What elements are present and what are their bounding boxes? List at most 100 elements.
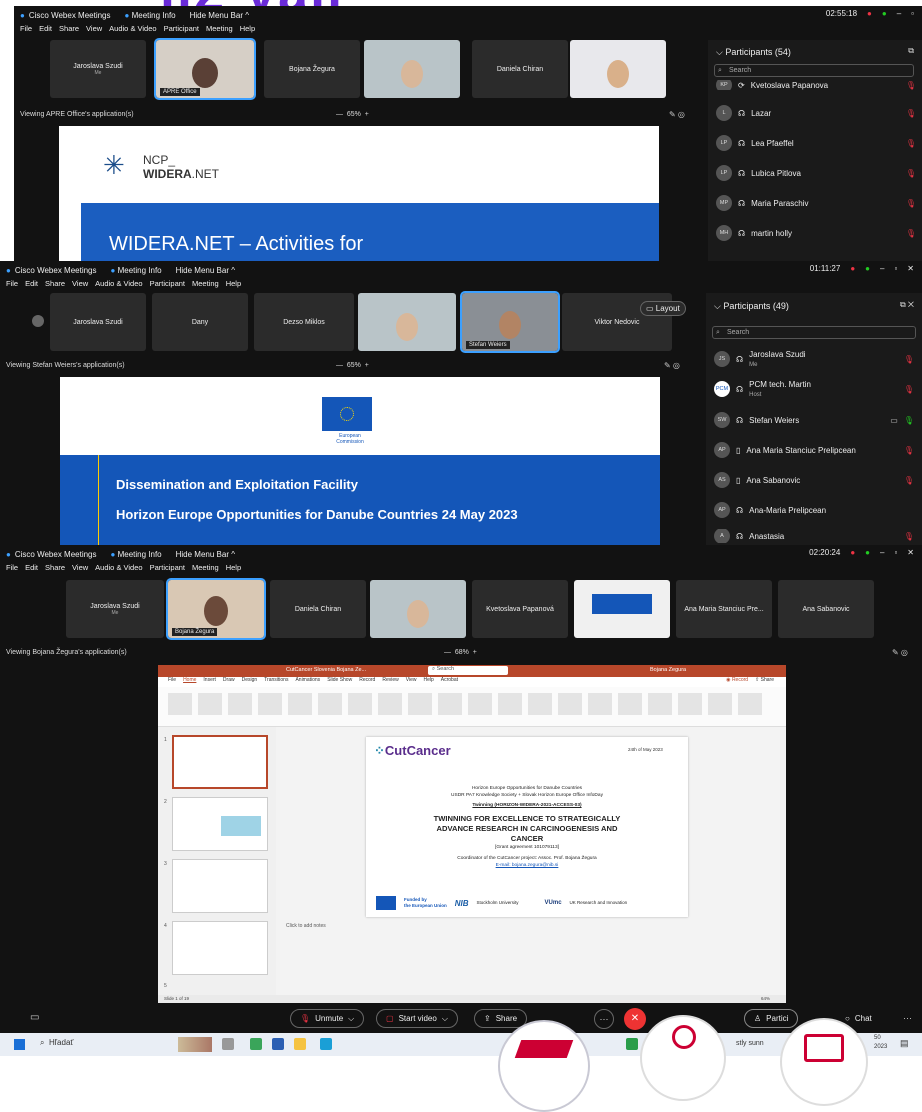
menu-participant[interactable]: Participant xyxy=(150,279,185,293)
menu-meeting[interactable]: Meeting xyxy=(192,563,219,577)
menu-file[interactable]: File xyxy=(6,279,18,293)
close-button[interactable]: ✕ xyxy=(907,548,914,557)
zoom-control[interactable]: — 65% + xyxy=(336,111,369,118)
menu-audio-video[interactable]: Audio & Video xyxy=(95,279,142,293)
explorer-icon[interactable] xyxy=(294,1038,306,1050)
notification-icon[interactable]: ▤ xyxy=(900,1038,909,1049)
participant-row[interactable]: PCM ☊ PCM tech. Martin Host 🎙 xyxy=(714,378,914,400)
participant-row[interactable]: AS ▯ Ana Sabanovic 🎙 xyxy=(714,471,914,489)
ppt-tab[interactable]: Design xyxy=(242,677,258,687)
ppt-tab[interactable]: Review xyxy=(382,677,398,687)
video-tile[interactable]: APRE Office xyxy=(154,38,256,100)
restore-button[interactable]: ▫ xyxy=(911,9,914,18)
caption-icon[interactable]: ▭ xyxy=(30,1012,39,1023)
video-tile[interactable]: Kvetoslava Papanová xyxy=(472,580,568,638)
participant-row[interactable]: AP ☊ Ana-Maria Prelipcean xyxy=(714,501,914,519)
video-tile[interactable]: Ana Maria Stanciuc Pre... xyxy=(676,580,772,638)
participants-button[interactable]: ♙ Partici xyxy=(744,1009,799,1028)
video-tile[interactable] xyxy=(364,40,460,98)
video-tile[interactable]: Jaroslava Szudi xyxy=(50,293,146,351)
meeting-info-button[interactable]: ● Meeting Info xyxy=(125,11,176,20)
menu-view[interactable]: View xyxy=(86,24,102,38)
ppt-tab[interactable]: View xyxy=(406,677,417,687)
video-tile[interactable]: Dezso Miklos xyxy=(254,293,354,351)
share-button[interactable]: ⇪ Share xyxy=(474,1009,528,1028)
ppt-tab[interactable]: Draw xyxy=(223,677,235,687)
video-tile[interactable]: Daniela Chiran xyxy=(472,40,568,98)
participant-row[interactable]: MH ☊ martin holly 🎙 xyxy=(716,224,916,242)
task-view-icon[interactable] xyxy=(222,1038,234,1050)
hide-menu-bar-button[interactable]: Hide Menu Bar ^ xyxy=(176,550,235,559)
ppt-tab[interactable]: Record xyxy=(359,677,375,687)
ppt-tab[interactable]: Acrobat xyxy=(441,677,458,687)
meeting-info-button[interactable]: ● Meeting Info xyxy=(111,266,162,275)
menu-meeting[interactable]: Meeting xyxy=(192,279,219,293)
windows-start-icon[interactable] xyxy=(14,1039,25,1050)
menu-view[interactable]: View xyxy=(72,279,88,293)
chrome-icon[interactable] xyxy=(250,1038,262,1050)
slide-thumbnail[interactable] xyxy=(172,735,268,789)
ppt-tab[interactable]: Home xyxy=(183,677,196,687)
video-tile[interactable]: Ana Sabanovic xyxy=(778,580,874,638)
webex-taskbar-icon[interactable] xyxy=(320,1038,332,1050)
search-input[interactable]: ⌕ Search xyxy=(712,326,916,339)
video-tile[interactable]: Daniela Chiran xyxy=(270,580,366,638)
layout-button[interactable]: ▭ Layout xyxy=(640,301,686,316)
participant-row[interactable]: JS ☊ Jaroslava Szudi Me 🎙 xyxy=(714,348,914,370)
menu-participant[interactable]: Participant xyxy=(150,563,185,577)
participant-row[interactable]: AP ▯ Ana Maria Stanciuc Prelipcean 🎙 xyxy=(714,441,914,459)
video-tile[interactable]: Dany xyxy=(152,293,248,351)
participant-row[interactable]: L ☊ Lazar 🎙 xyxy=(716,104,916,122)
word-icon[interactable] xyxy=(272,1038,284,1050)
ppt-tab[interactable]: Animations xyxy=(295,677,320,687)
ppt-share-button[interactable]: ⇧ Share xyxy=(755,677,774,687)
video-tile[interactable] xyxy=(370,580,466,638)
ppt-search-input[interactable]: ⌕ Search xyxy=(428,666,508,675)
menu-participant[interactable]: Participant xyxy=(164,24,199,38)
restore-button[interactable]: ▫ xyxy=(894,548,897,557)
menu-edit[interactable]: Edit xyxy=(39,24,52,38)
video-tile[interactable]: Jaroslava Szudi Me xyxy=(50,40,146,98)
menu-edit[interactable]: Edit xyxy=(25,563,38,577)
zoom-control[interactable]: — 68% + xyxy=(444,649,477,656)
zoom-control[interactable]: — 65% + xyxy=(336,362,369,369)
video-tile[interactable]: Bojana Žegura xyxy=(264,40,360,98)
annotate-icon[interactable]: ✎ ◎ xyxy=(664,361,680,370)
participant-row[interactable]: LP ☊ Lea Pfaeffel 🎙 xyxy=(716,134,916,152)
ppt-tab[interactable]: File xyxy=(168,677,176,687)
taskbar-search[interactable]: ⌕ Hľadať xyxy=(40,1038,73,1048)
meeting-info-button[interactable]: ● Meeting Info xyxy=(111,550,162,559)
restore-button[interactable]: ▫ xyxy=(894,264,897,273)
ppt-tab[interactable]: Slide Show xyxy=(327,677,352,687)
more-icon[interactable]: ··· xyxy=(903,1013,912,1023)
participant-row[interactable]: LP ☊ Lubica Pitlova 🎙 xyxy=(716,164,916,182)
minimize-button[interactable]: – xyxy=(880,548,884,557)
menu-share[interactable]: Share xyxy=(45,279,65,293)
video-tile[interactable] xyxy=(574,580,670,638)
menu-help[interactable]: Help xyxy=(226,279,241,293)
annotate-icon[interactable]: ✎ ◎ xyxy=(892,648,908,657)
taskbar-widget[interactable] xyxy=(178,1037,212,1052)
video-tile[interactable]: Bojana Žegura xyxy=(166,578,266,640)
ppt-tab[interactable]: Help xyxy=(423,677,433,687)
annotate-icon[interactable]: ✎ ◎ xyxy=(669,110,685,119)
menu-share[interactable]: Share xyxy=(59,24,79,38)
hide-menu-bar-button[interactable]: Hide Menu Bar ^ xyxy=(176,266,235,275)
participant-row[interactable]: A ☊ Anastasia 🎙 xyxy=(714,529,914,543)
menu-file[interactable]: File xyxy=(20,24,32,38)
slide-thumbnail[interactable] xyxy=(172,797,268,851)
minimize-button[interactable]: – xyxy=(897,9,901,18)
leave-meeting-button[interactable]: ✕ xyxy=(624,1008,646,1030)
excel-icon[interactable] xyxy=(626,1038,638,1050)
menu-audio-video[interactable]: Audio & Video xyxy=(109,24,156,38)
video-tile[interactable]: Jaroslava Szudi Me xyxy=(66,580,164,638)
notes-placeholder[interactable]: Click to add notes xyxy=(286,923,326,929)
video-tile[interactable] xyxy=(570,40,666,98)
popout-icon[interactable]: ⧉ ✕ xyxy=(900,300,914,310)
more-options-button[interactable]: ··· xyxy=(594,1009,614,1029)
unmute-button[interactable]: 🎙 Unmute ⌵ xyxy=(290,1009,365,1028)
menu-help[interactable]: Help xyxy=(226,563,241,577)
menu-edit[interactable]: Edit xyxy=(25,279,38,293)
video-tile[interactable]: Stefan Weiers xyxy=(460,291,560,353)
hide-menu-bar-button[interactable]: Hide Menu Bar ^ xyxy=(190,11,249,20)
